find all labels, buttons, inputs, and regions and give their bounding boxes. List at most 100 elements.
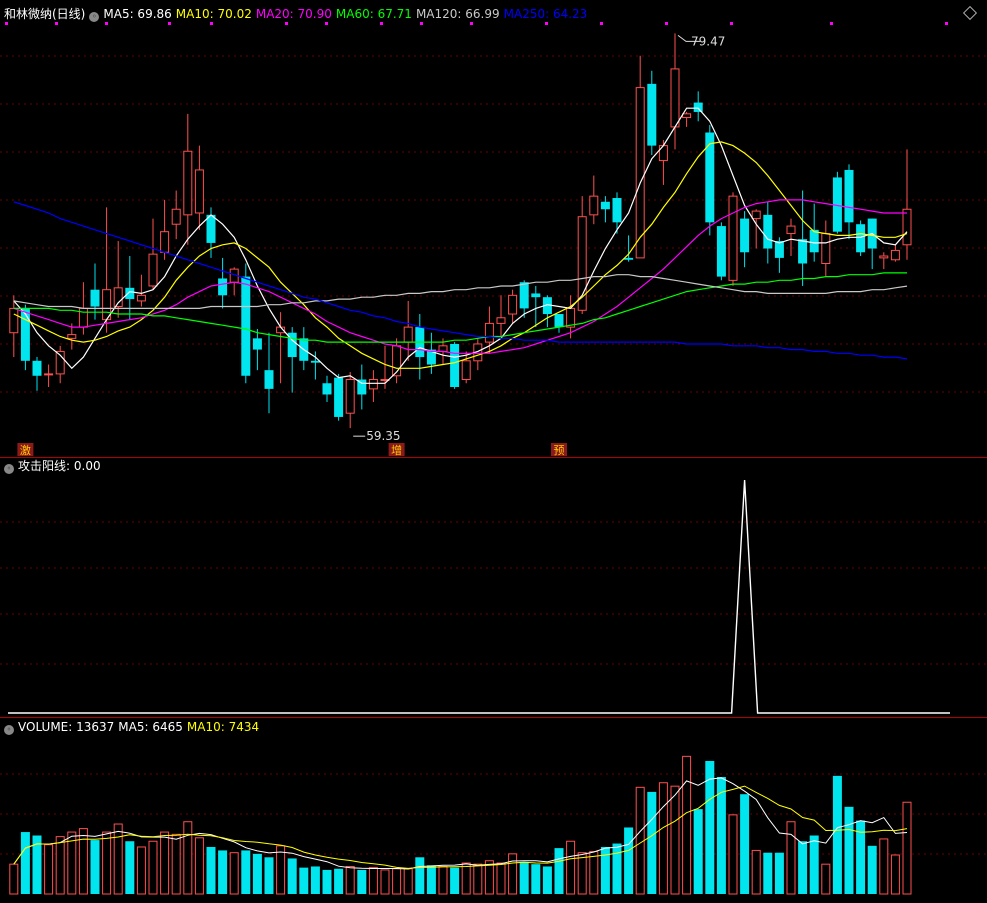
ma-legend-item: MA120: 66.99 [415, 7, 500, 21]
volume-bar [171, 833, 181, 895]
ma-legend-item: MA5: 69.86 [103, 7, 172, 21]
volume-bar [890, 854, 900, 895]
candle [658, 140, 668, 185]
candle-body [171, 208, 181, 225]
volume-bar [136, 846, 146, 895]
candle-body [600, 201, 610, 210]
price-panel[interactable]: 79.47 59.35 激 增 预 和林微纳(日线) ◦ MA5: 69.86 MA10: 7… [0, 0, 987, 457]
candlestick-chart[interactable]: 79.47 59.35 激 增 预 [0, 0, 987, 457]
signal-line [8, 479, 950, 714]
volume-ma10: MA10: 7434 [186, 720, 260, 734]
settings-circle-icon[interactable]: ◦ [4, 464, 14, 474]
candle [171, 190, 181, 240]
candle-body [635, 87, 645, 259]
volume-chart[interactable] [0, 718, 987, 903]
volume-bar [809, 835, 819, 894]
candle [194, 145, 204, 230]
volume-bar [566, 840, 576, 895]
volume-bar [554, 848, 564, 894]
top-marker [730, 22, 733, 25]
volume-bar [334, 868, 344, 894]
volume-bar [218, 850, 228, 894]
volume-ma5-line [13, 777, 908, 870]
top-marker [600, 22, 603, 25]
candle-body [624, 257, 634, 260]
candle-body [183, 150, 193, 216]
top-marker [830, 22, 833, 25]
candle-body [438, 345, 448, 352]
candle-body [252, 338, 262, 350]
volume-bar [368, 867, 378, 895]
candle [705, 125, 715, 236]
candle-body [879, 255, 889, 259]
indicator-chart[interactable] [0, 458, 987, 717]
candle [496, 295, 506, 337]
volume-panel[interactable]: ◦ VOLUME: 13637 MA5: 6465 MA10: 7434 [0, 718, 987, 903]
top-marker [210, 22, 213, 25]
volume-bar [658, 782, 668, 895]
settings-circle-icon[interactable]: ◦ [89, 12, 100, 22]
candle-body [67, 334, 77, 339]
stock-title: 和林微纳(日线) [4, 7, 86, 21]
candle [542, 295, 552, 328]
indicator-header: ◦ 攻击阳线: 0.00 [4, 458, 105, 474]
candle [600, 196, 610, 223]
ma-line-ma60 [13, 272, 907, 343]
candle-body [206, 214, 216, 243]
volume-bar [78, 828, 88, 895]
candle-body [798, 239, 808, 264]
candle-body [531, 293, 541, 298]
volume-ma10-line [13, 785, 908, 869]
top-marker [325, 22, 328, 25]
candle-body [218, 278, 228, 296]
volume-bar [670, 785, 680, 895]
volume-bar [577, 852, 587, 895]
top-marker [5, 22, 8, 25]
volume-bar [751, 849, 761, 895]
volume-bar [426, 865, 436, 894]
volume-bar [183, 821, 193, 895]
volume-bar [879, 838, 889, 895]
candle-body [740, 218, 750, 253]
candle-body [32, 360, 42, 376]
candle [554, 314, 564, 333]
candle [345, 372, 355, 429]
indicator-panel[interactable]: ◦ 攻击阳线: 0.00 [0, 458, 987, 717]
top-marker [665, 22, 668, 25]
volume-bar [206, 846, 216, 894]
signal-marker-text: 预 [554, 444, 565, 457]
volume-bar [450, 867, 460, 894]
candle-body [368, 379, 378, 390]
volume-bar [763, 852, 773, 894]
top-marker [285, 22, 288, 25]
candle [252, 328, 262, 371]
candle-body [334, 377, 344, 417]
candle [44, 364, 54, 387]
candle-body [125, 287, 135, 300]
volume-bar [90, 840, 100, 894]
candle [380, 345, 390, 389]
candle [867, 218, 877, 270]
volume-bar [542, 866, 552, 894]
candle [125, 256, 135, 320]
indicator-value: : 0.00 [66, 459, 101, 473]
candle [647, 70, 657, 155]
candle-body [844, 169, 854, 223]
candle [403, 300, 413, 361]
settings-circle-icon[interactable]: ◦ [4, 725, 14, 735]
ma-legend-item: MA250: 64.23 [503, 7, 588, 21]
signal-marker: 预 [551, 443, 567, 457]
volume-bar [276, 845, 286, 895]
ma-legend-item: MA20: 70.90 [255, 7, 332, 21]
top-marker [168, 22, 171, 25]
candle-body [310, 360, 320, 363]
candle [426, 332, 436, 374]
candle [229, 267, 239, 296]
candle [136, 274, 146, 307]
volume-bar [740, 794, 750, 894]
volume-header: ◦ VOLUME: 13637 MA5: 6465 MA10: 7434 [4, 719, 263, 735]
candle-body [612, 198, 622, 223]
volume-bar [867, 845, 877, 894]
volume-bar [194, 837, 204, 895]
volume-bar [438, 865, 448, 895]
